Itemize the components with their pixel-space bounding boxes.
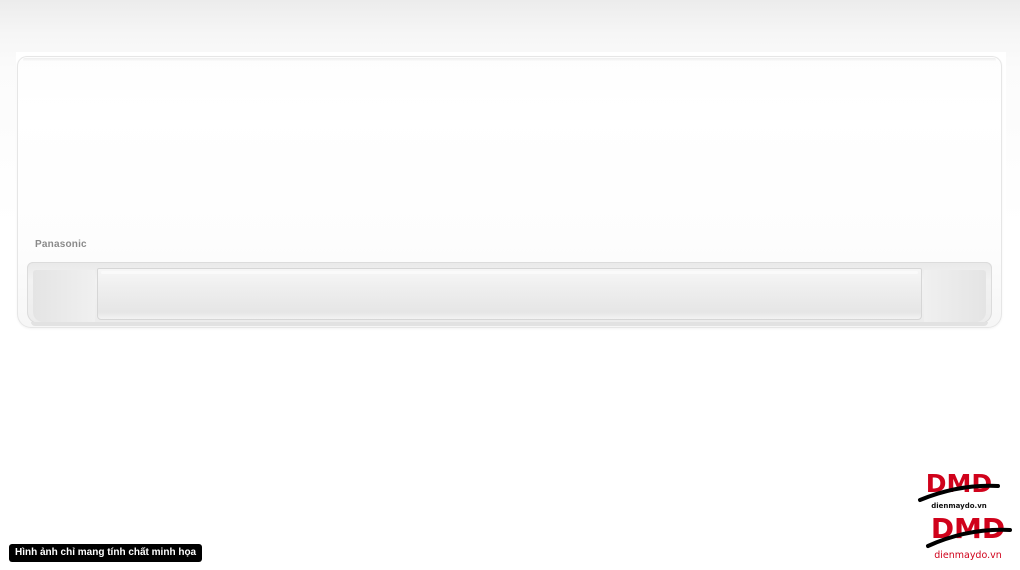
- louver-blade: [97, 268, 922, 320]
- unit-bottom-edge: [31, 322, 988, 326]
- air-conditioner-unit: Panasonic: [17, 56, 1002, 328]
- watermark-logo-subtext: dienmaydo.vn: [931, 502, 987, 510]
- watermark-logo-large: DMD dienmaydo.vn: [926, 512, 1012, 561]
- louver-blade-lip: [101, 271, 918, 274]
- louver-side-left: [33, 270, 95, 322]
- watermark-logo-subtext: dienmaydo.vn: [934, 550, 1002, 561]
- unit-top-edge: [23, 58, 996, 62]
- brand-logo: Panasonic: [35, 239, 87, 250]
- louver-side-right: [924, 270, 986, 322]
- disclaimer-badge: Hình ảnh chỉ mang tính chất minh họa: [9, 544, 203, 562]
- watermark-logo-small: DMD dienmaydo.vn: [918, 470, 1000, 510]
- louver-frame: [27, 262, 992, 324]
